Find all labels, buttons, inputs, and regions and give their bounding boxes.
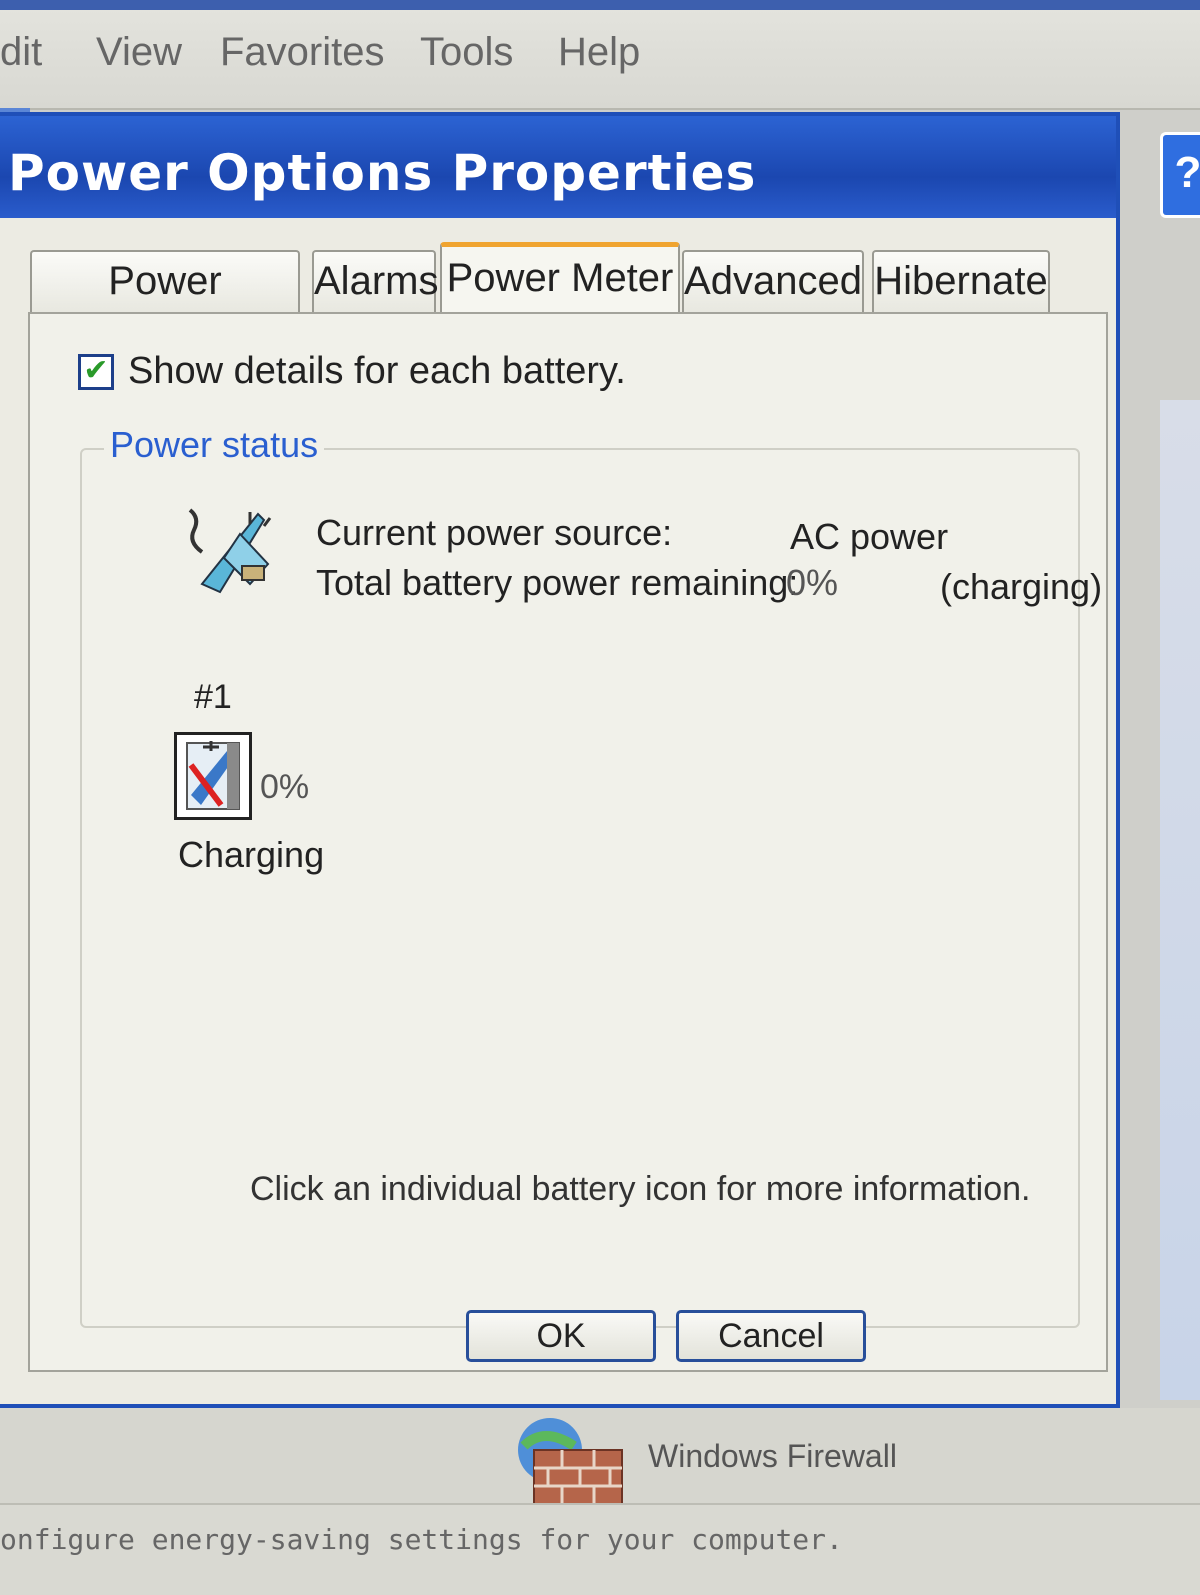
power-options-dialog: Power Options Properties Power Schemes A… — [0, 112, 1120, 1408]
tab-alarms[interactable]: Alarms — [312, 250, 438, 312]
help-icon[interactable]: ? — [1160, 132, 1200, 218]
windows-firewall-icon[interactable] — [510, 1416, 626, 1508]
dialog-title-bar[interactable]: Power Options Properties — [0, 116, 1116, 218]
status-bar-text: onfigure energy-saving settings for your… — [0, 1523, 843, 1556]
show-details-checkbox[interactable]: ✔ — [78, 354, 114, 390]
menu-view[interactable]: View — [96, 30, 182, 75]
battery-hint-text: Click an individual battery icon for mor… — [250, 1170, 1031, 1208]
dialog-title: Power Options Properties — [8, 144, 757, 202]
battery-remaining-value: 0% — [786, 562, 839, 603]
power-status-group: Power status Current power source: AC po… — [80, 424, 1102, 1328]
battery-number: #1 — [194, 678, 232, 716]
battery-charging-icon — [186, 741, 240, 810]
menu-edit[interactable]: dit — [0, 30, 42, 75]
battery-remaining-label: Total battery power remaining: — [316, 562, 799, 603]
power-status-legend: Power status — [104, 424, 325, 466]
battery-charging-state: (charging) — [940, 566, 1103, 607]
battery-percent: 0% — [260, 768, 310, 806]
battery-1-button[interactable] — [174, 732, 252, 820]
status-bar: onfigure energy-saving settings for your… — [0, 1503, 1200, 1595]
tab-power-meter[interactable]: Power Meter — [440, 242, 680, 316]
battery-status: Charging — [178, 834, 325, 875]
tab-advanced[interactable]: Advanced — [682, 250, 864, 312]
explorer-menu-bar: dit View Favorites Tools Help — [0, 0, 1200, 110]
ok-button[interactable]: OK — [466, 1310, 656, 1362]
show-details-label[interactable]: Show details for each battery. — [128, 350, 626, 393]
tab-power-schemes[interactable]: Power Schemes — [30, 250, 300, 361]
tab-hibernate[interactable]: Hibernate — [872, 250, 1050, 312]
power-source-value: AC power — [790, 516, 949, 557]
power-meter-panel: ✔ Show details for each battery. Power s… — [28, 312, 1108, 1372]
power-source-label: Current power source: — [316, 512, 673, 553]
menu-favorites[interactable]: Favorites — [220, 30, 385, 75]
menu-tools[interactable]: Tools — [420, 30, 513, 75]
window-top-strip — [0, 0, 1200, 10]
menu-help[interactable]: Help — [558, 30, 640, 75]
explorer-content-edge — [1160, 400, 1200, 1400]
cancel-button[interactable]: Cancel — [676, 1310, 866, 1362]
windows-firewall-label[interactable]: Windows Firewall — [648, 1438, 897, 1475]
ac-power-plug-icon — [188, 508, 272, 594]
